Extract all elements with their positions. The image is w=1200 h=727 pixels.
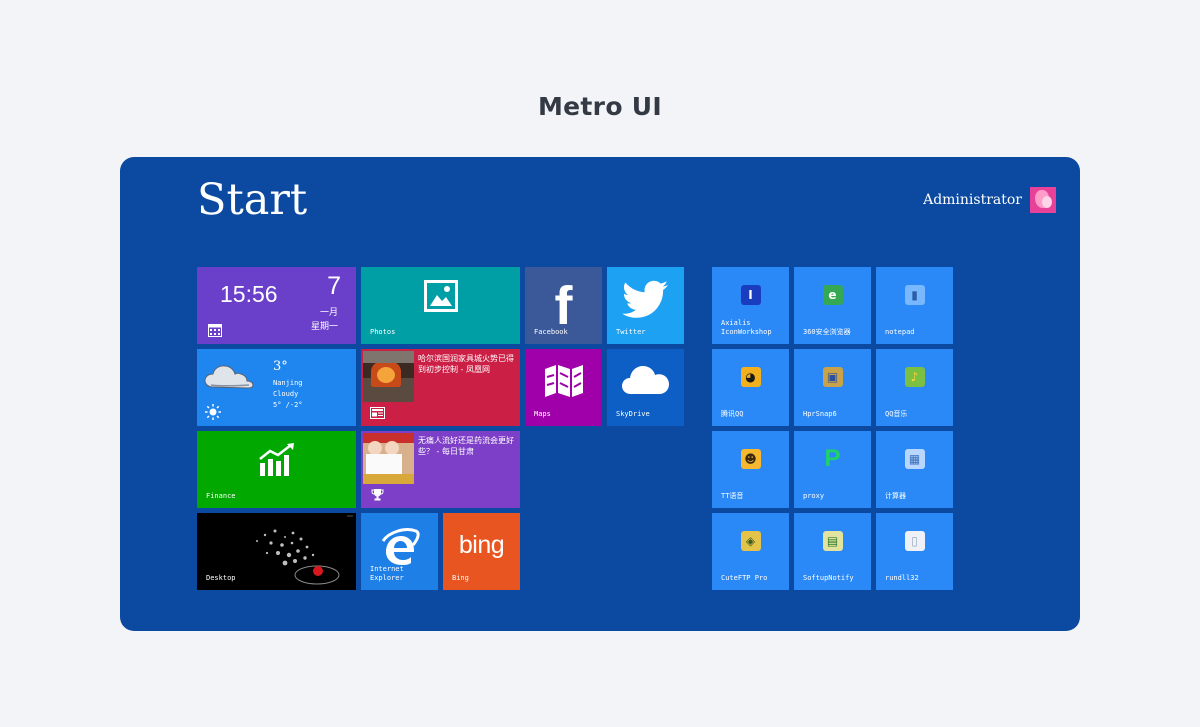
app-icon: ▮ bbox=[904, 285, 925, 305]
photo-icon bbox=[423, 279, 458, 312]
twitter-label: Twitter bbox=[616, 328, 646, 336]
clock-weekday: 星期一 bbox=[310, 322, 338, 332]
app-icon: ▯ bbox=[904, 531, 925, 551]
newspaper-icon bbox=[370, 407, 385, 419]
app-tile[interactable]: ◕ 腾讯QQ bbox=[712, 349, 789, 426]
weather-range: 5° /-2° bbox=[273, 401, 303, 409]
facebook-logo: f bbox=[554, 275, 573, 336]
sports-tile[interactable]: 无痛人流好还是药流会更好些？ - 每日甘肃 bbox=[361, 431, 520, 508]
maps-tile[interactable]: Maps bbox=[525, 349, 602, 426]
app-icon: ▤ bbox=[822, 531, 843, 551]
app-tile[interactable]: ▦ 计算器 bbox=[876, 431, 953, 508]
internet-explorer-icon bbox=[381, 527, 420, 565]
app-icon: ♪ bbox=[904, 367, 925, 387]
ie-tile[interactable]: Internet Explorer bbox=[361, 513, 438, 590]
app-tile[interactable]: ▣ HprSnap6 bbox=[794, 349, 871, 426]
app-tile[interactable]: ◈ CuteFTP Pro bbox=[712, 513, 789, 590]
app-tile[interactable]: e 360安全浏览器 bbox=[794, 267, 871, 344]
skydrive-tile[interactable]: SkyDrive bbox=[607, 349, 684, 426]
finance-label: Finance bbox=[206, 492, 236, 500]
page-title: Metro UI bbox=[538, 92, 662, 121]
desktop-tile[interactable]: Desktop bbox=[197, 513, 356, 590]
ie-label: Internet Explorer bbox=[370, 565, 404, 582]
skydrive-cloud-icon bbox=[621, 365, 669, 394]
user-avatar[interactable] bbox=[1030, 187, 1056, 213]
bing-tile[interactable]: bing Bing bbox=[443, 513, 520, 590]
calendar-icon bbox=[208, 324, 222, 337]
app-label: CuteFTP Pro bbox=[721, 574, 768, 582]
facebook-label: Facebook bbox=[534, 328, 568, 336]
app-icon: ▦ bbox=[904, 449, 925, 469]
app-label: HprSnap6 bbox=[803, 410, 837, 418]
sports-photo bbox=[363, 433, 414, 484]
facebook-tile[interactable]: f Facebook bbox=[525, 267, 602, 344]
app-tile[interactable]: ▯ rundll32 bbox=[876, 513, 953, 590]
twitter-bird-icon bbox=[621, 280, 668, 318]
app-label: 腾讯QQ bbox=[721, 410, 744, 418]
news-tile[interactable]: 哈尔滨国润家具城火势已得到初步控制 - 凤凰网 bbox=[361, 349, 520, 426]
photos-label: Photos bbox=[370, 328, 396, 336]
app-tile[interactable]: ▤ SoftupNotify bbox=[794, 513, 871, 590]
twitter-tile[interactable]: Twitter bbox=[607, 267, 684, 344]
app-label: SoftupNotify bbox=[803, 574, 854, 582]
start-screen: Start Administrator 15:56 7 一月 星期一 Photo… bbox=[120, 157, 1080, 631]
clock-time: 15:56 bbox=[220, 281, 278, 307]
app-icon: ◈ bbox=[740, 531, 761, 551]
app-label: QQ音乐 bbox=[885, 410, 908, 418]
app-icon: P bbox=[824, 445, 841, 472]
app-label: 360安全浏览器 bbox=[803, 328, 851, 336]
finance-tile[interactable]: Finance bbox=[197, 431, 356, 508]
photos-tile[interactable]: Photos bbox=[361, 267, 520, 344]
clock-month: 一月 bbox=[319, 308, 338, 318]
bing-logo-text: bing bbox=[458, 531, 505, 559]
app-label: TT语音 bbox=[721, 492, 744, 500]
trophy-icon bbox=[371, 489, 384, 501]
facebook-icon: f bbox=[525, 267, 602, 334]
app-tile[interactable]: Pproxy bbox=[794, 431, 871, 508]
weather-temp: 3° bbox=[273, 359, 288, 374]
news-headline: 哈尔滨国润家具城火势已得到初步控制 - 凤凰网 bbox=[418, 354, 514, 374]
app-icon: ▣ bbox=[822, 367, 843, 387]
app-icon: e bbox=[822, 285, 843, 305]
start-title: Start bbox=[197, 175, 308, 225]
app-tile[interactable]: ♪ QQ音乐 bbox=[876, 349, 953, 426]
sports-headline: 无痛人流好还是药流会更好些？ - 每日甘肃 bbox=[418, 436, 514, 456]
app-icon: ☻ bbox=[740, 449, 761, 469]
app-tile[interactable]: ▮ notepad bbox=[876, 267, 953, 344]
app-icon: ◕ bbox=[740, 367, 761, 387]
bing-label: Bing bbox=[452, 574, 469, 582]
skydrive-label: SkyDrive bbox=[616, 410, 650, 418]
user-account[interactable]: Administrator bbox=[923, 187, 1056, 213]
app-icon: I bbox=[740, 285, 761, 305]
cloud-icon bbox=[204, 365, 254, 389]
app-label: notepad bbox=[885, 328, 915, 336]
weather-tile[interactable]: 3° Nanjing Cloudy 5° /-2° bbox=[197, 349, 356, 426]
app-label: proxy bbox=[803, 492, 825, 500]
app-tile[interactable]: I Axialis IconWorkshop bbox=[712, 267, 789, 344]
chart-up-icon bbox=[258, 442, 294, 476]
news-photo bbox=[363, 351, 414, 402]
weather-condition: Cloudy bbox=[273, 390, 299, 398]
maps-label: Maps bbox=[534, 410, 551, 418]
weather-city: Nanjing bbox=[273, 379, 303, 387]
clock-tile[interactable]: 15:56 7 一月 星期一 bbox=[197, 267, 356, 344]
app-label: 计算器 bbox=[885, 492, 906, 500]
clock-day: 7 bbox=[327, 272, 341, 300]
bing-logo: bing bbox=[443, 513, 520, 578]
app-label: rundll32 bbox=[885, 574, 919, 582]
sun-icon bbox=[205, 404, 221, 420]
desktop-label: Desktop bbox=[206, 574, 236, 582]
user-name: Administrator bbox=[923, 192, 1022, 208]
map-icon bbox=[544, 364, 583, 397]
app-label: Axialis IconWorkshop bbox=[721, 319, 772, 336]
app-tile[interactable]: ☻ TT语音 bbox=[712, 431, 789, 508]
